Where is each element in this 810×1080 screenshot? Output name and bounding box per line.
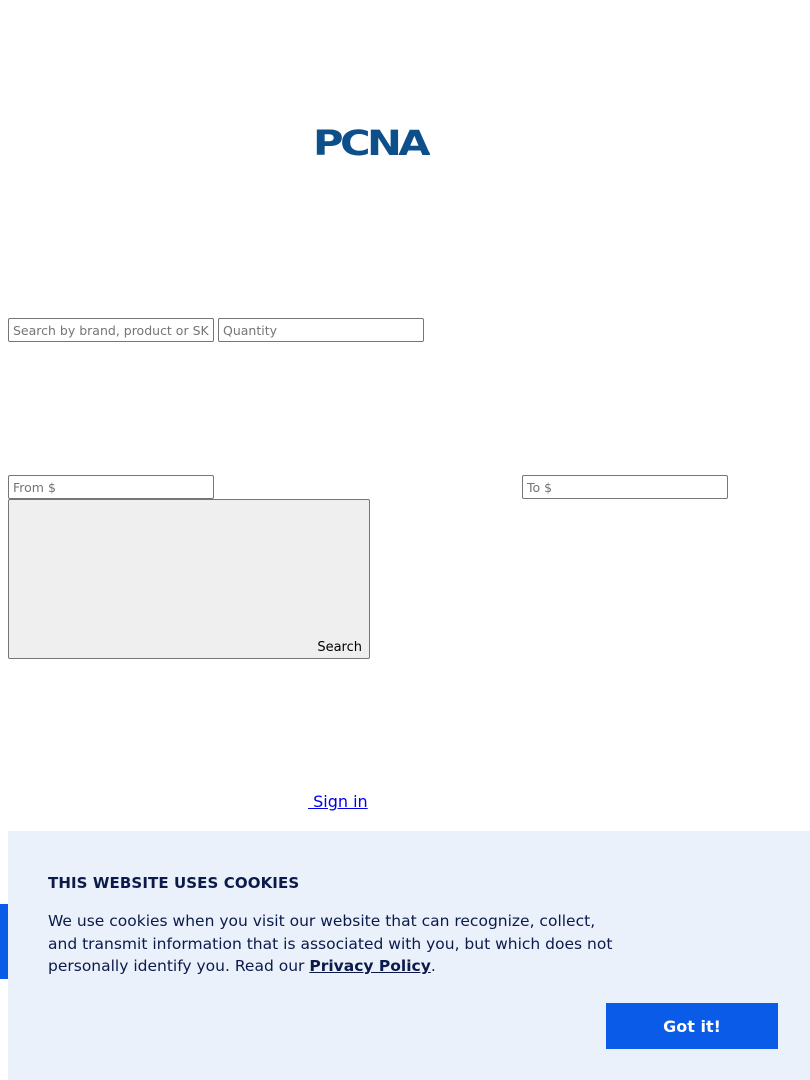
logo-link[interactable]: PCNA ™	[308, 124, 433, 158]
quantity-input[interactable]	[218, 318, 424, 342]
feedback-side-tab[interactable]	[0, 904, 8, 979]
pcna-logo: PCNA ™	[313, 124, 433, 158]
sign-in-link[interactable]: Sign in	[308, 792, 368, 811]
search-input[interactable]	[8, 318, 214, 342]
cookie-banner: THIS WEBSITE USES COOKIES We use cookies…	[8, 831, 810, 1080]
price-to-input[interactable]	[522, 475, 728, 499]
privacy-policy-link[interactable]: Privacy Policy	[309, 957, 431, 975]
logo-trademark: ™	[426, 152, 431, 158]
cookie-banner-text: We use cookies when you visit our websit…	[48, 910, 618, 978]
search-button[interactable]: Search	[8, 499, 370, 659]
cookie-banner-body-end: .	[430, 957, 436, 975]
price-from-input[interactable]	[8, 475, 214, 499]
cookie-banner-title: THIS WEBSITE USES COOKIES	[48, 874, 300, 892]
search-button-label: Search	[317, 640, 362, 655]
logo-wordmark: PCNA	[313, 124, 430, 158]
got-it-button[interactable]: Got it!	[606, 1003, 778, 1049]
